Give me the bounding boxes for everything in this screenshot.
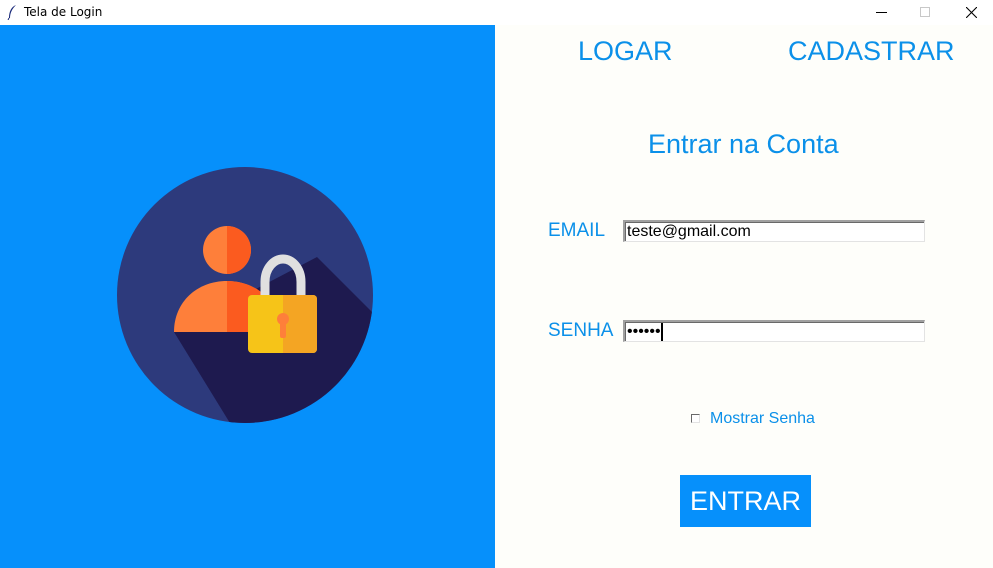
- minimize-button[interactable]: [859, 0, 905, 25]
- email-label: EMAIL: [548, 220, 606, 241]
- tab-cadastrar[interactable]: CADASTRAR: [788, 36, 955, 67]
- feather-icon: [7, 5, 16, 20]
- close-button[interactable]: [949, 0, 993, 25]
- senha-label: SENHA: [548, 320, 614, 341]
- form-heading: Entrar na Conta: [648, 129, 839, 159]
- user-lock-icon: [117, 167, 373, 423]
- title-bar: Tela de Login: [0, 0, 993, 25]
- maximize-button[interactable]: [903, 0, 949, 25]
- text-caret: [661, 323, 663, 341]
- window-title: Tela de Login: [24, 5, 103, 19]
- show-password-checkbox[interactable]: [691, 414, 700, 423]
- illustration-panel: [0, 25, 495, 568]
- show-password-label[interactable]: Mostrar Senha: [710, 410, 815, 428]
- minimize-icon: [876, 12, 887, 13]
- tab-logar[interactable]: LOGAR: [578, 36, 673, 67]
- login-form-panel: LOGAR CADASTRAR Entrar na Conta EMAIL SE…: [495, 25, 993, 568]
- close-icon: [966, 7, 977, 18]
- entrar-button[interactable]: ENTRAR: [680, 475, 811, 527]
- password-field[interactable]: [623, 320, 925, 342]
- maximize-icon: [920, 7, 930, 17]
- email-field[interactable]: [623, 220, 925, 242]
